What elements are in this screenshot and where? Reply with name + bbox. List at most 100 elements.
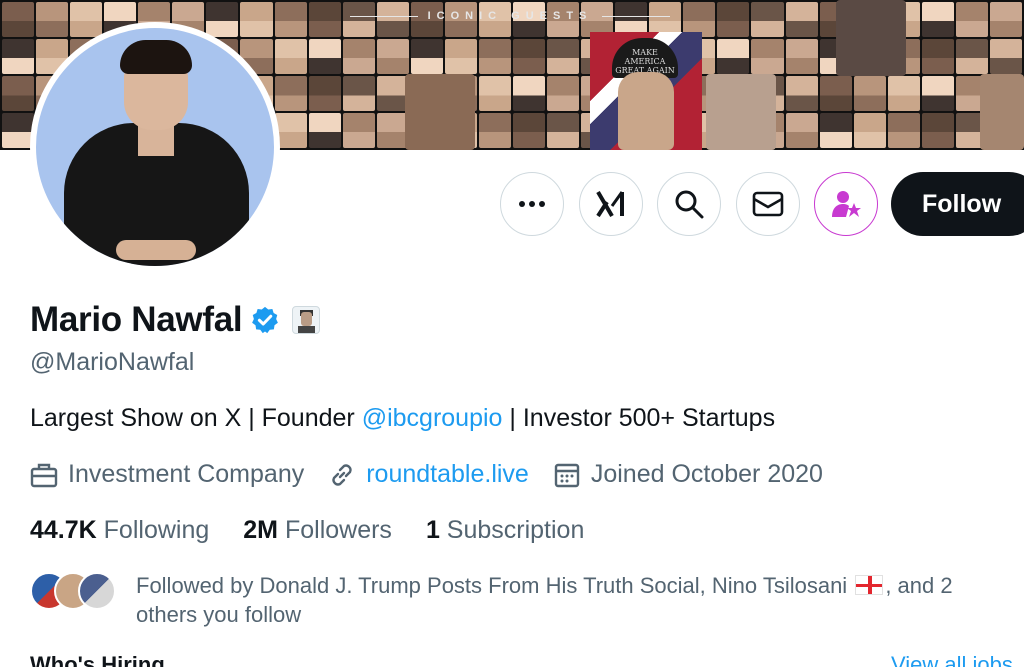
subscribe-button[interactable] — [814, 172, 878, 236]
guest-photo-tile — [342, 39, 375, 74]
guest-photo-tile — [36, 2, 69, 37]
link-icon — [332, 463, 352, 486]
guest-photo-tile — [342, 113, 375, 148]
follow-button[interactable]: Follow — [891, 172, 1024, 236]
grok-icon — [596, 190, 624, 218]
guest-photo-tile — [955, 39, 988, 74]
more-icon — [519, 201, 545, 207]
banner-title-text: ICONIC GUESTS — [427, 10, 593, 22]
guest-photo-tile — [717, 39, 750, 74]
followers-stat[interactable]: 2M Followers — [243, 516, 392, 545]
followers-count: 2M — [243, 516, 279, 544]
message-button[interactable] — [736, 172, 800, 236]
more-button[interactable] — [500, 172, 564, 236]
avatar-photo — [36, 28, 274, 266]
website-item[interactable]: roundtable.live — [328, 460, 529, 489]
guest-photo-tile — [308, 113, 341, 148]
bio-mention-link[interactable]: @ibcgroupio — [362, 404, 503, 432]
profile-avatar[interactable] — [30, 22, 280, 272]
guest-photo-tile — [308, 39, 341, 74]
category-item: Investment Company — [30, 460, 304, 489]
guest-photo-tile — [376, 39, 409, 74]
guest-photo-tile — [512, 113, 546, 148]
guest-photo-tile — [70, 2, 103, 37]
bio-text: | Investor 500+ Startups — [502, 404, 776, 432]
search-button[interactable] — [657, 172, 721, 236]
affiliate-badge-icon[interactable] — [292, 306, 321, 334]
guest-photo-tile — [240, 2, 273, 37]
guest-photo-tile — [751, 2, 784, 37]
guest-photo-tile — [751, 39, 784, 74]
guest-photo-tile — [274, 2, 307, 37]
profile-meta: Investment Company roundtable.live Joine… — [30, 460, 847, 489]
guest-photo-tile — [785, 76, 818, 111]
guest-photo-tile — [512, 76, 546, 111]
guest-face — [618, 72, 674, 150]
bio-text: Largest Show on X | Founder — [30, 404, 362, 432]
category-text: Investment Company — [68, 460, 305, 488]
guest-photo-tile — [819, 76, 852, 111]
guest-photo-tile — [2, 39, 35, 74]
guest-photo-tile — [989, 2, 1022, 37]
cap-text: MAKE AMERICA GREAT AGAIN — [615, 48, 675, 75]
guest-photo-tile — [717, 2, 750, 37]
calendar-icon — [554, 463, 580, 487]
guest-photo-tile — [785, 113, 818, 148]
guest-photo-tile — [921, 113, 954, 148]
guest-photo-tile — [921, 39, 954, 74]
profile-bio: Largest Show on X | Founder @ibcgroupio … — [30, 404, 775, 433]
guest-photo — [405, 74, 475, 150]
banner-title: ICONIC GUESTS — [350, 10, 671, 22]
briefcase-icon — [30, 463, 58, 487]
guest-photo-tile — [206, 2, 239, 37]
profile-name: Mario Nawfal — [30, 300, 243, 339]
website-link[interactable]: roundtable.live — [366, 460, 529, 489]
guest-photo-tile — [955, 2, 988, 37]
mail-icon — [752, 191, 784, 217]
guest-photo-tile — [478, 76, 511, 111]
name-row: Mario Nawfal — [30, 300, 321, 340]
grok-button[interactable] — [579, 172, 643, 236]
joined-item: Joined October 2020 — [553, 460, 823, 489]
followers-label: Followers — [278, 516, 392, 544]
guest-photo-tile — [376, 76, 409, 111]
georgia-flag-icon — [855, 575, 884, 595]
guest-photo-tile — [342, 76, 375, 111]
guest-photo-tile — [989, 39, 1022, 74]
subscription-label: Subscription — [439, 516, 585, 544]
guest-photo-tile — [274, 76, 307, 111]
guest-photo-tile — [853, 76, 886, 111]
guest-photo — [980, 74, 1024, 150]
guest-photo-featured: MAKE AMERICA GREAT AGAIN — [590, 32, 702, 150]
guest-photo-tile — [444, 39, 477, 74]
follower-avatars — [30, 570, 120, 614]
guest-photo-tile — [547, 113, 580, 148]
following-count: 44.7K — [30, 516, 97, 544]
verified-badge-icon[interactable] — [250, 305, 280, 335]
guest-photo-tile — [921, 2, 954, 37]
guest-photo-tile — [410, 39, 443, 74]
guest-photo-tile — [512, 39, 546, 74]
followed-by-text: Followed by Donald J. Trump Posts From H… — [136, 571, 1016, 629]
subscription-stat[interactable]: 1 Subscription — [426, 516, 584, 545]
following-stat[interactable]: 44.7K Following — [30, 516, 209, 545]
avatar — [78, 572, 116, 610]
guest-photo-tile — [308, 2, 341, 37]
guest-photo-tile — [2, 76, 35, 111]
followed-by-names: Followed by Donald J. Trump Posts From H… — [136, 573, 854, 598]
guest-photo-tile — [274, 39, 307, 74]
guest-photo-tile — [478, 39, 511, 74]
view-all-jobs-link[interactable]: View all jobs — [891, 652, 1013, 667]
guest-photo-tile — [308, 76, 341, 111]
followed-by-row[interactable]: Followed by Donald J. Trump Posts From H… — [30, 570, 1016, 629]
joined-text: Joined October 2020 — [590, 460, 823, 488]
guest-photo — [706, 74, 776, 150]
following-label: Following — [96, 516, 210, 544]
guest-photo-tile — [2, 2, 35, 37]
subscription-count: 1 — [425, 516, 440, 544]
guest-photo-tile — [785, 2, 818, 37]
guest-photo-tile — [887, 113, 920, 148]
profile-handle: @MarioNawfal — [30, 348, 195, 376]
guest-photo-tile — [853, 113, 886, 148]
guest-photo-tile — [547, 76, 580, 111]
